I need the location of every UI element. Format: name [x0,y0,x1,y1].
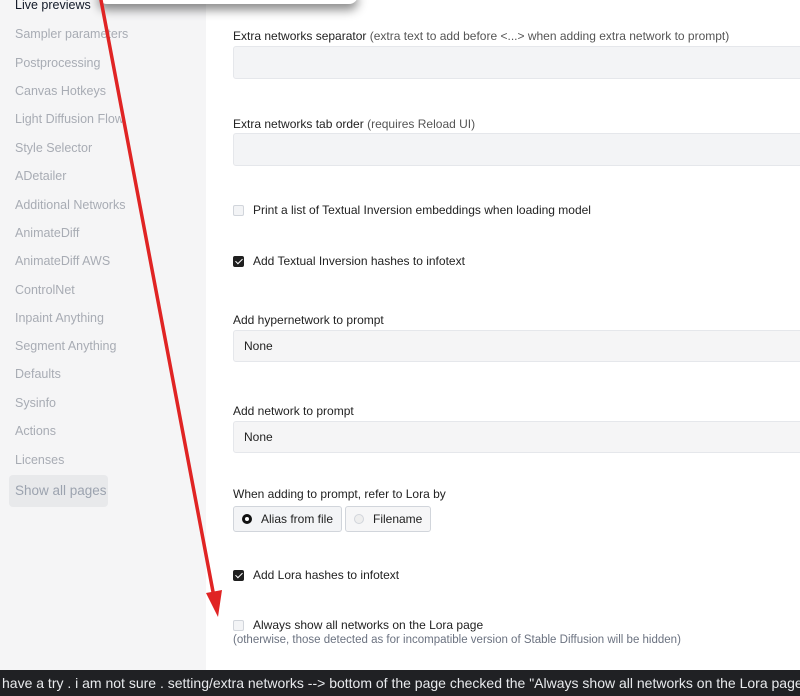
chat-caption: have a try . i am not sure . setting/ext… [0,670,800,696]
annotation-arrow [99,0,222,617]
settings-screenshot: Live previews Sampler parameters Postpro… [0,0,800,670]
